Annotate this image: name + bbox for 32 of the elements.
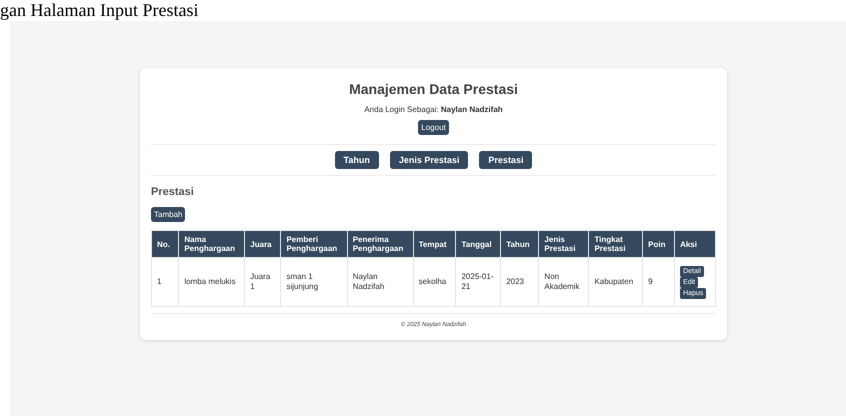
column-header: Nama Penghargaan	[178, 230, 245, 258]
column-header: Poin	[642, 230, 675, 258]
table-cell: lomba melukis	[178, 258, 245, 306]
table-cell: Non Akademik	[538, 258, 589, 306]
page-title: Manajemen Data Prestasi	[349, 81, 518, 97]
table-cell: sman 1 sijunjung	[280, 258, 348, 306]
column-header: Pemberi Penghargaan	[280, 230, 348, 258]
column-header: Jenis Prestasi	[538, 230, 589, 258]
table-cell: 2025-01-21	[456, 258, 501, 306]
add-button[interactable]: Tambah	[151, 207, 186, 222]
column-header: Juara	[244, 230, 281, 258]
column-header: Tanggal	[456, 230, 501, 258]
table-cell: 9	[642, 258, 675, 306]
logout-button[interactable]: Logout	[418, 120, 449, 135]
column-header: No.	[152, 230, 179, 258]
table-cell: Juara 1	[244, 258, 281, 306]
login-info: Anda Login Sebagai: Naylan Nadzifah	[364, 105, 503, 114]
nav-button[interactable]: Prestasi	[479, 151, 532, 169]
table-cell: 2023	[500, 258, 539, 306]
nav-button[interactable]: Tahun	[334, 151, 379, 169]
column-header: Tempat	[413, 230, 456, 258]
column-header: Penerima Penghargaan	[347, 230, 414, 258]
document-caption: gan Halaman Input Prestasi	[0, 0, 198, 20]
column-header: Aksi	[674, 230, 716, 258]
column-header: Tahun	[500, 230, 539, 258]
table-cell: 1	[152, 258, 179, 306]
table-cell: Naylan Nadzifah	[347, 258, 414, 306]
nav-button[interactable]: Jenis Prestasi	[390, 151, 468, 169]
column-header: Tingkat Prestasi	[588, 230, 643, 258]
table-cell: sekolha	[413, 258, 456, 306]
table-cell: Kabupaten	[588, 258, 643, 306]
section-title: Prestasi	[151, 186, 195, 198]
